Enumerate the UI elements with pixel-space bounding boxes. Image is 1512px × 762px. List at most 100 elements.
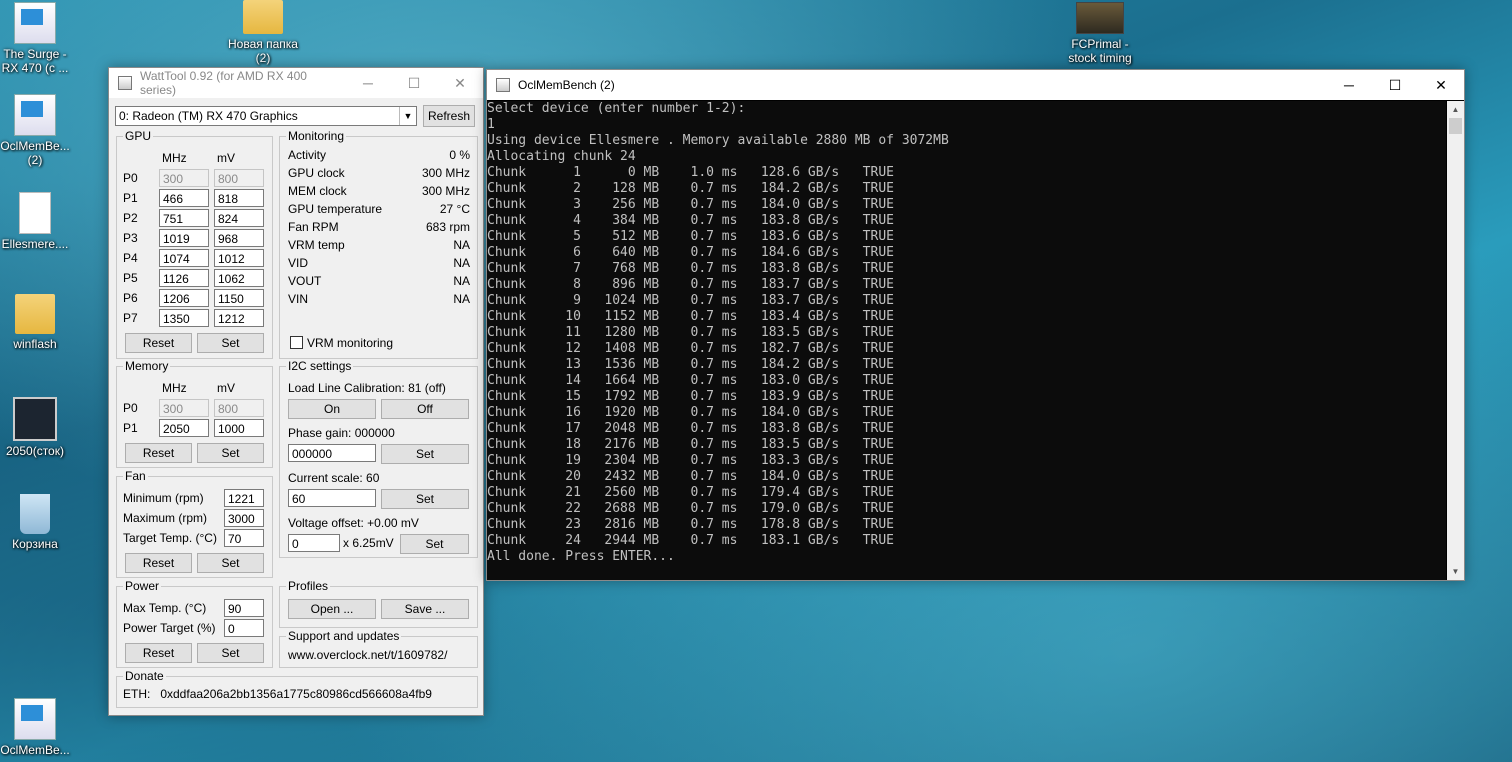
current-scale-label: Current scale: 60 (288, 471, 380, 485)
fan-reset-button[interactable]: Reset (125, 553, 192, 573)
gpu-p6-mhz-input[interactable]: 1206 (159, 289, 209, 307)
scroll-down-icon[interactable]: ▼ (1447, 563, 1464, 580)
profiles-group: Profiles Open ... Save ... (279, 579, 478, 628)
voltage-offset-set-button[interactable]: Set (400, 534, 469, 554)
gpu-p1-mv-input[interactable]: 818 (214, 189, 264, 207)
console-output[interactable]: Select device (enter number 1-2): 1 Using … (487, 101, 1446, 580)
console-line: Chunk 16 1920 MB 0.7 ms 184.0 GB/s TRUE (487, 405, 894, 420)
gpu-p0-mv-input: 800 (214, 169, 264, 187)
fan-target-temp-input[interactable]: 70 (224, 529, 264, 547)
desktop-icon-new-folder-2[interactable]: Новая папка (2) (225, 0, 301, 65)
memory-reset-button[interactable]: Reset (125, 443, 192, 463)
desktop-icon-oclmembench[interactable]: OclMemBe... (0, 698, 73, 757)
console-line: Chunk 1 0 MB 1.0 ms 128.6 GB/s TRUE (487, 165, 894, 180)
max-temp-input[interactable]: 90 (224, 599, 264, 617)
phase-gain-set-button[interactable]: Set (381, 444, 469, 464)
monitor-value: 27 °C (439, 202, 470, 216)
memory-p1-mhz-input[interactable]: 2050 (159, 419, 209, 437)
monitor-icon (13, 397, 57, 441)
monitor-value: NA (453, 238, 470, 252)
folder-icon (243, 0, 283, 34)
support-url-link[interactable]: www.overclock.net/t/1609782/ (288, 648, 447, 662)
gpu-state-label: P0 (123, 171, 138, 185)
gpu-p3-mv-input[interactable]: 968 (214, 229, 264, 247)
current-scale-set-button[interactable]: Set (381, 489, 469, 509)
memory-p1-mv-input[interactable]: 1000 (214, 419, 264, 437)
power-reset-button[interactable]: Reset (125, 643, 192, 663)
llc-on-button[interactable]: On (288, 399, 376, 419)
fan-min-input[interactable]: 1221 (224, 489, 264, 507)
gpu-mv-header: mV (217, 151, 235, 165)
desktop-icon-label: Корзина (12, 537, 58, 551)
monitoring-group-title: Monitoring (286, 129, 347, 143)
save-profile-button[interactable]: Save ... (381, 599, 469, 619)
folder-icon (15, 294, 55, 334)
gpu-p2-mhz-input[interactable]: 751 (159, 209, 209, 227)
vrm-monitoring-checkbox[interactable] (290, 336, 303, 349)
gpu-p5-mhz-input[interactable]: 1126 (159, 269, 209, 287)
power-set-button[interactable]: Set (197, 643, 264, 663)
power-target-input[interactable]: 0 (224, 619, 264, 637)
console-line: Chunk 5 512 MB 0.7 ms 183.6 GB/s TRUE (487, 229, 894, 244)
monitoring-group: Monitoring Activity 0 % GPU clock 300 MH… (279, 129, 478, 359)
desktop-icon-ellesmere[interactable]: Ellesmere.... (0, 192, 73, 251)
console-titlebar[interactable]: OclMemBench (2) ─ ☐ ✕ (487, 70, 1464, 100)
desktop-icon-2050[interactable]: 2050(сток) (0, 397, 73, 458)
monitor-value: 683 rpm (425, 220, 470, 234)
open-profile-button[interactable]: Open ... (288, 599, 376, 619)
gpu-set-button[interactable]: Set (197, 333, 264, 353)
device-select[interactable]: 0: Radeon (TM) RX 470 Graphics ▼ (115, 106, 417, 126)
device-select-value: 0: Radeon (TM) RX 470 Graphics (119, 109, 298, 123)
memory-set-button[interactable]: Set (197, 443, 264, 463)
llc-off-button[interactable]: Off (381, 399, 469, 419)
desktop-icon-recycle-bin[interactable]: Корзина (0, 494, 73, 551)
memory-mhz-header: MHz (162, 381, 187, 395)
power-group-title: Power (123, 579, 162, 593)
scrollbar-thumb[interactable] (1449, 118, 1462, 134)
fan-max-input[interactable]: 3000 (224, 509, 264, 527)
gpu-p6-mv-input[interactable]: 1150 (214, 289, 264, 307)
support-group-title: Support and updates (286, 629, 402, 643)
voltage-offset-input[interactable]: 0 (288, 534, 340, 552)
minimize-button[interactable]: ─ (1326, 70, 1372, 100)
desktop-icon-label: winflash (13, 337, 57, 351)
phase-gain-input[interactable]: 000000 (288, 444, 376, 462)
close-button[interactable]: ✕ (1418, 70, 1464, 100)
console-line: Chunk 13 1536 MB 0.7 ms 184.2 GB/s TRUE (487, 357, 894, 372)
console-line: Allocating chunk 24 (487, 149, 636, 164)
desktop-icon-oclmembench-2[interactable]: OclMemBe... (2) (0, 94, 73, 167)
gpu-p5-mv-input[interactable]: 1062 (214, 269, 264, 287)
gpu-reset-button[interactable]: Reset (125, 333, 192, 353)
desktop-icon-label: 2050(сток) (6, 444, 64, 458)
gpu-p3-mhz-input[interactable]: 1019 (159, 229, 209, 247)
console-line: Chunk 15 1792 MB 0.7 ms 183.9 GB/s TRUE (487, 389, 894, 404)
gpu-p2-mv-input[interactable]: 824 (214, 209, 264, 227)
gpu-p7-mv-input[interactable]: 1212 (214, 309, 264, 327)
power-target-label: Power Target (%) (123, 621, 216, 635)
gpu-p7-mhz-input[interactable]: 1350 (159, 309, 209, 327)
close-button[interactable]: ✕ (437, 68, 483, 98)
scroll-up-icon[interactable]: ▲ (1447, 101, 1464, 118)
donate-group: Donate ETH: 0xddfaa206a2bb1356a1775c8098… (116, 669, 478, 708)
gpu-state-label: P6 (123, 291, 138, 305)
fan-group-title: Fan (123, 469, 148, 483)
minimize-button[interactable]: ─ (345, 68, 391, 98)
gpu-mhz-header: MHz (162, 151, 187, 165)
maximize-button[interactable]: ☐ (391, 68, 437, 98)
console-scrollbar[interactable]: ▲ ▼ (1447, 101, 1464, 580)
fan-set-button[interactable]: Set (197, 553, 264, 573)
refresh-button[interactable]: Refresh (423, 105, 475, 127)
desktop-icon-fcprimal[interactable]: FCPrimal - stock timing (1061, 2, 1139, 65)
console-line: Chunk 18 2176 MB 0.7 ms 183.5 GB/s TRUE (487, 437, 894, 452)
game-shortcut-icon (1076, 2, 1124, 34)
current-scale-input[interactable]: 60 (288, 489, 376, 507)
maximize-button[interactable]: ☐ (1372, 70, 1418, 100)
chevron-down-icon[interactable]: ▼ (399, 107, 416, 125)
desktop-icon-the-surge[interactable]: The Surge - RX 470 (с ... (0, 2, 73, 75)
gpu-p4-mv-input[interactable]: 1012 (214, 249, 264, 267)
profiles-group-title: Profiles (286, 579, 331, 593)
desktop-icon-winflash[interactable]: winflash (0, 294, 73, 351)
wattool-titlebar[interactable]: WattTool 0.92 (for AMD RX 400 series) ─ … (109, 68, 483, 98)
gpu-p4-mhz-input[interactable]: 1074 (159, 249, 209, 267)
gpu-p1-mhz-input[interactable]: 466 (159, 189, 209, 207)
